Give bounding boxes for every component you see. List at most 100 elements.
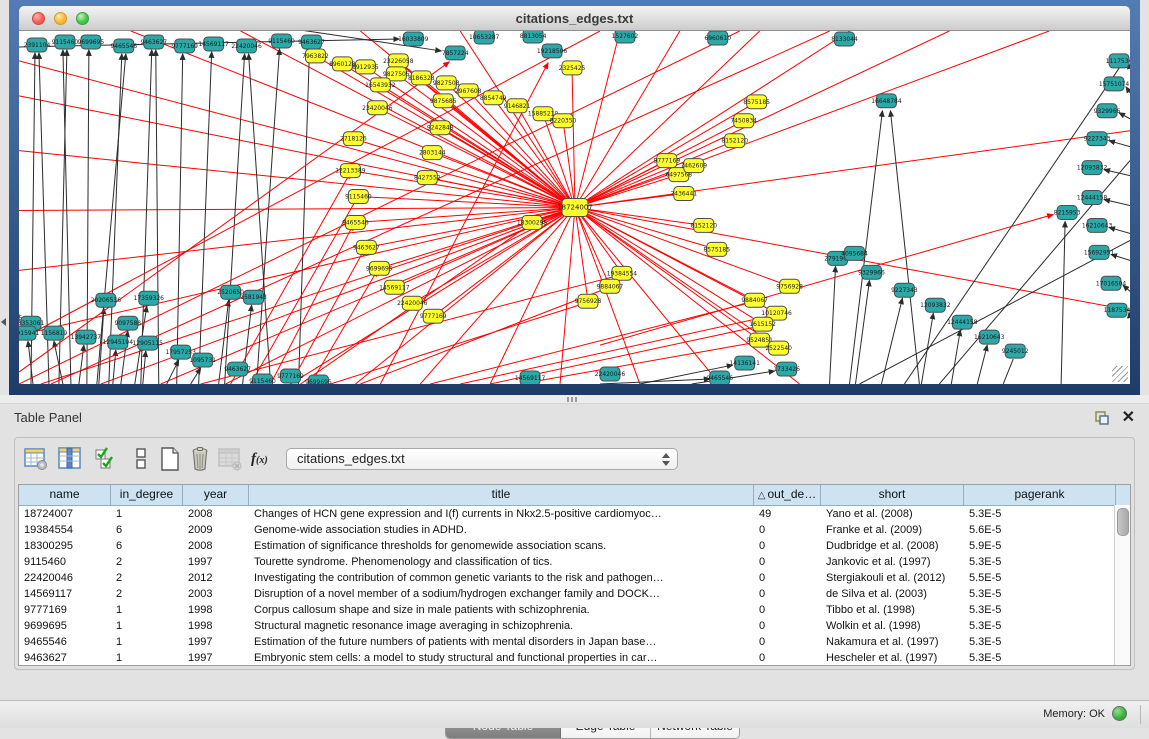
table-cell[interactable]: 1 — [111, 506, 183, 522]
graph-node[interactable]: 22420046 — [231, 39, 262, 53]
close-panel-icon[interactable]: ✕ — [1122, 407, 1135, 427]
graph-node[interactable]: 8854749 — [480, 91, 507, 105]
table-cell[interactable]: 0 — [754, 554, 821, 570]
table-cell[interactable]: 5.3E-5 — [964, 618, 1116, 634]
graph-edge[interactable] — [1104, 170, 1130, 176]
table-cell[interactable]: 1 — [111, 650, 183, 666]
table-cell[interactable]: 0 — [754, 538, 821, 554]
graph-edge[interactable] — [921, 313, 933, 384]
graph-node[interactable]: 9465546 — [111, 39, 138, 53]
graph-node[interactable]: 9463627 — [140, 35, 167, 49]
table-cell[interactable]: Wolkin et al. (1998) — [821, 618, 964, 634]
column-header-title[interactable]: title — [249, 485, 754, 505]
graph-edge[interactable] — [79, 345, 84, 384]
panel-splitter[interactable] — [0, 395, 1149, 404]
table-settings-icon[interactable] — [23, 446, 49, 472]
column-header-pagerank[interactable]: pagerank — [964, 485, 1116, 505]
network-canvas[interactable]: 2391104911546096996959465546946362797771… — [19, 31, 1130, 384]
graph-node[interactable]: 2391104 — [24, 38, 51, 52]
graph-edge[interactable] — [600, 214, 1053, 345]
table-cell[interactable]: 1997 — [183, 634, 249, 650]
graph-node[interactable]: 8912935 — [352, 60, 379, 74]
graph-node[interactable]: 9875685 — [430, 94, 457, 108]
table-cell[interactable]: Tourette syndrome. Phenomenology and cla… — [249, 554, 754, 570]
graph-node[interactable]: 8133044 — [831, 32, 858, 46]
graph-edge[interactable] — [54, 341, 63, 384]
graph-node[interactable]: 9699695 — [305, 375, 332, 384]
memory-status-button[interactable] — [1112, 706, 1127, 721]
table-cell[interactable]: de Silva et al. (2003) — [821, 586, 964, 602]
table-cell[interactable]: 2 — [111, 554, 183, 570]
table-cell[interactable]: 22420046 — [19, 570, 111, 586]
graph-node[interactable]: 2522540 — [765, 341, 792, 355]
graph-node[interactable]: 23420046 — [362, 101, 393, 115]
graph-node[interactable]: 15751074 — [1099, 77, 1130, 91]
table-cell[interactable]: 1998 — [183, 618, 249, 634]
graph-edge[interactable] — [575, 31, 949, 208]
delete-attribute-icon[interactable] — [187, 446, 213, 472]
graph-node[interactable]: 9777169 — [277, 369, 304, 383]
table-selector-dropdown[interactable]: citations_edges.txt — [286, 448, 678, 470]
graph-edge[interactable] — [201, 275, 619, 384]
table-cell[interactable]: Franke et al. (2009) — [821, 522, 964, 538]
table-row[interactable]: 1872400712008Changes of HCN gene express… — [19, 506, 1130, 522]
graph-edge[interactable] — [394, 208, 575, 288]
table-cell[interactable]: 5.3E-5 — [964, 586, 1116, 602]
column-header-in_degree[interactable]: in_degree — [111, 485, 183, 505]
table-cell[interactable]: 0 — [754, 650, 821, 666]
graph-edge[interactable] — [575, 31, 1049, 208]
table-cell[interactable]: Jankovic et al. (1997) — [821, 554, 964, 570]
table-row[interactable]: 1938455462009Genome-wide association stu… — [19, 522, 1130, 538]
graph-edge[interactable] — [1109, 141, 1130, 147]
graph-edge[interactable] — [199, 52, 212, 384]
table-cell[interactable]: Disruption of a novel member of a sodium… — [249, 586, 754, 602]
graph-node[interactable]: 9463627 — [298, 35, 325, 49]
graph-node[interactable]: 9884067 — [741, 293, 768, 307]
graph-node[interactable]: 2803144 — [419, 146, 446, 160]
table-cell[interactable]: 9115460 — [19, 554, 111, 570]
table-cell[interactable]: Yano et al. (2008) — [821, 506, 964, 522]
graph-node[interactable]: 1615152 — [749, 317, 776, 331]
table-cell[interactable]: Corpus callosum shape and size in male p… — [249, 602, 754, 618]
table-cell[interactable]: 19384554 — [19, 522, 111, 538]
graph-node[interactable]: 2436441 — [670, 187, 697, 201]
graph-edge[interactable] — [1003, 359, 1013, 384]
table-cell[interactable]: 0 — [754, 634, 821, 650]
graph-node[interactable]: 8215953 — [1054, 206, 1081, 220]
graph-node[interactable]: 9115460 — [345, 190, 372, 204]
graph-edge[interactable] — [226, 208, 575, 385]
graph-node[interactable]: 1527602 — [612, 31, 639, 43]
graph-edge[interactable] — [19, 61, 575, 208]
table-cell[interactable]: 18300295 — [19, 538, 111, 554]
graph-edge[interactable] — [830, 266, 836, 384]
graph-node[interactable]: 7857224 — [442, 46, 469, 60]
graph-node[interactable]: 12213389 — [335, 164, 366, 178]
graph-node[interactable]: 7462609 — [680, 159, 707, 173]
table-cell[interactable]: 5.3E-5 — [964, 554, 1116, 570]
column-header-year[interactable]: year — [183, 485, 249, 505]
graph-node[interactable]: 17016504 — [1096, 276, 1127, 290]
graph-node[interactable]: 8427552 — [414, 171, 441, 185]
table-cell[interactable]: 1998 — [183, 602, 249, 618]
graph-node[interactable]: 8186328 — [408, 71, 435, 85]
graph-node[interactable]: 9227343 — [1084, 132, 1111, 146]
graph-edge[interactable] — [575, 131, 1130, 208]
table-row[interactable]: 1830029562008Estimation of significance … — [19, 538, 1130, 554]
panel-collapse-arrow[interactable] — [1, 318, 6, 326]
graph-node[interactable]: 9777169 — [171, 39, 198, 53]
graph-node[interactable]: 15692951 — [1084, 245, 1115, 259]
function-builder-icon[interactable]: f(x) — [251, 446, 285, 472]
table-cell[interactable]: Hescheler et al. (1997) — [821, 650, 964, 666]
graph-node[interactable]: 9245012 — [1002, 344, 1029, 358]
table-row[interactable]: 946362711997Embryonic stem cells: a mode… — [19, 650, 1130, 666]
graph-node[interactable]: 9465546 — [342, 215, 369, 229]
scrollbar-thumb[interactable] — [1117, 508, 1129, 536]
table-cell[interactable]: 6 — [111, 538, 183, 554]
graph-node[interactable]: 9097588 — [115, 316, 142, 330]
graph-node[interactable]: 1733426 — [773, 362, 800, 376]
graph-node[interactable]: 18724007 — [557, 199, 593, 217]
table-cell[interactable]: 1 — [111, 602, 183, 618]
graph-edge[interactable] — [575, 208, 622, 274]
table-cell[interactable]: 2008 — [183, 506, 249, 522]
table-row[interactable]: 946554611997Estimation of the future num… — [19, 634, 1130, 650]
